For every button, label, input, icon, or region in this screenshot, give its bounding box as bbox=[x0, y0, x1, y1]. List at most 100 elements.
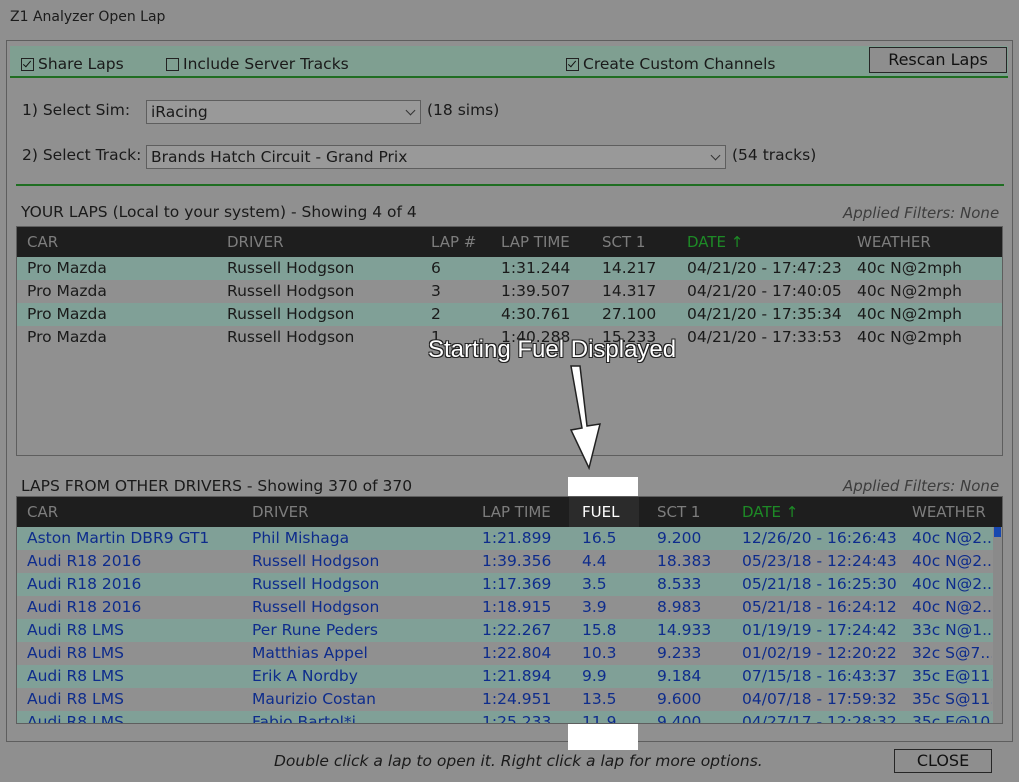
col-sct1[interactable]: SCT 1 bbox=[602, 233, 645, 251]
chevron-down-icon bbox=[405, 105, 416, 116]
table-cell: 04/21/20 - 17:40:05 bbox=[687, 282, 842, 300]
close-button[interactable]: CLOSE bbox=[894, 749, 992, 773]
sim-dropdown[interactable]: iRacing bbox=[146, 100, 421, 124]
table-cell: 14.317 bbox=[602, 282, 657, 300]
col-lap-time[interactable]: LAP TIME bbox=[482, 503, 551, 521]
table-cell: 1:39.507 bbox=[501, 282, 571, 300]
col-sct1[interactable]: SCT 1 bbox=[657, 503, 700, 521]
sort-ascending-icon: ↑ bbox=[726, 233, 744, 251]
checkbox-checked-icon bbox=[21, 57, 34, 71]
window-title: Z1 Analyzer Open Lap bbox=[10, 9, 166, 25]
table-cell: 14.217 bbox=[602, 259, 657, 277]
other-laps-filters[interactable]: Applied Filters: None bbox=[843, 477, 999, 495]
table-cell: 3 bbox=[431, 282, 441, 300]
table-cell: 33c N@1... bbox=[912, 621, 992, 639]
col-lap-number[interactable]: LAP # bbox=[431, 233, 476, 251]
table-cell: Audi R8 LMS bbox=[27, 690, 124, 708]
table-cell: 11.9 bbox=[582, 713, 617, 724]
col-driver[interactable]: DRIVER bbox=[227, 233, 284, 251]
table-cell: 8.533 bbox=[657, 575, 702, 593]
table-cell: Russell Hodgson bbox=[227, 259, 355, 277]
table-cell: Audi R8 LMS bbox=[27, 644, 124, 662]
col-date[interactable]: DATE ↑ bbox=[687, 233, 743, 251]
table-cell: Russell Hodgson bbox=[227, 305, 355, 323]
table-cell: 1:39.356 bbox=[482, 552, 552, 570]
track-dropdown-value: Brands Hatch Circuit - Grand Prix bbox=[151, 148, 408, 166]
table-cell: 1:17.369 bbox=[482, 575, 552, 593]
table-cell: Audi R18 2016 bbox=[27, 575, 142, 593]
table-cell: 27.100 bbox=[602, 305, 657, 323]
select-track-label: 2) Select Track: bbox=[22, 146, 142, 164]
table-row[interactable]: Audi R8 LMS Per Rune Peders 1:22.267 15.8 14… bbox=[17, 619, 1002, 642]
table-row[interactable]: Audi R8 LMS Erik A Nordby 1:21.894 9.9 9.184… bbox=[17, 665, 1002, 688]
track-dropdown[interactable]: Brands Hatch Circuit - Grand Prix bbox=[146, 145, 726, 169]
section-divider bbox=[16, 184, 1004, 186]
app-window: Z1 Analyzer Open Lap Share Laps Include … bbox=[0, 0, 1019, 782]
table-cell: 04/21/20 - 17:35:34 bbox=[687, 305, 842, 323]
your-laps-filters[interactable]: Applied Filters: None bbox=[843, 204, 999, 222]
other-laps-header: CAR DRIVER LAP TIME FUEL SCT 1 DATE ↑ WE… bbox=[17, 497, 1002, 527]
table-cell: Russell Hodgson bbox=[252, 575, 380, 593]
table-row[interactable]: Pro Mazda Russell Hodgson 2 4:30.761 27.100 0… bbox=[17, 303, 1002, 326]
table-cell: 10.3 bbox=[582, 644, 617, 662]
table-cell: Audi R8 LMS bbox=[27, 667, 124, 685]
table-cell: Pro Mazda bbox=[27, 282, 107, 300]
table-cell: 40c N@2mph bbox=[857, 282, 962, 300]
table-cell: 07/15/18 - 16:43:37 bbox=[742, 667, 897, 685]
col-weather[interactable]: WEATHER bbox=[912, 503, 986, 521]
table-row[interactable]: Audi R8 LMS Fabio Bartol*i 1:25.233 11.9 9.4… bbox=[17, 711, 1002, 724]
table-cell: 9.184 bbox=[657, 667, 702, 685]
vertical-scrollbar[interactable] bbox=[993, 527, 1002, 723]
table-cell: Erik A Nordby bbox=[252, 667, 358, 685]
table-cell: 4:30.761 bbox=[501, 305, 571, 323]
other-laps-title: LAPS FROM OTHER DRIVERS - Showing 370 of… bbox=[21, 477, 413, 495]
include-server-tracks-checkbox[interactable]: Include Server Tracks bbox=[166, 55, 349, 73]
col-fuel[interactable]: FUEL bbox=[582, 503, 619, 521]
table-cell: 4.4 bbox=[582, 552, 607, 570]
arrow-down-icon bbox=[569, 365, 602, 470]
table-row[interactable]: Audi R18 2016 Russell Hodgson 1:39.356 4.4 1… bbox=[17, 550, 1002, 573]
col-weather[interactable]: WEATHER bbox=[857, 233, 931, 251]
col-car[interactable]: CAR bbox=[27, 233, 58, 251]
col-date[interactable]: DATE ↑ bbox=[742, 503, 798, 521]
scrollbar-thumb[interactable] bbox=[994, 527, 1001, 537]
col-car[interactable]: CAR bbox=[27, 503, 58, 521]
table-row[interactable]: Audi R8 LMS Maurizio Costan 1:24.951 13.5 9.… bbox=[17, 688, 1002, 711]
col-lap-time[interactable]: LAP TIME bbox=[501, 233, 570, 251]
table-row[interactable]: Pro Mazda Russell Hodgson 3 1:39.507 14.317 0… bbox=[17, 280, 1002, 303]
table-cell: Russell Hodgson bbox=[227, 282, 355, 300]
options-bar bbox=[10, 46, 1008, 78]
table-cell: Audi R18 2016 bbox=[27, 552, 142, 570]
table-cell: 40c N@2... bbox=[912, 552, 992, 570]
rescan-laps-button[interactable]: Rescan Laps bbox=[869, 47, 1007, 73]
table-cell: 40c N@2... bbox=[912, 529, 992, 547]
table-cell: 12/26/20 - 16:26:43 bbox=[742, 529, 897, 547]
table-row[interactable]: Pro Mazda Russell Hodgson 6 1:31.244 14.217 0… bbox=[17, 257, 1002, 280]
table-row[interactable]: Audi R18 2016 Russell Hodgson 1:18.915 3.9 8… bbox=[17, 596, 1002, 619]
table-row[interactable]: Audi R18 2016 Russell Hodgson 1:17.369 3.5 8… bbox=[17, 573, 1002, 596]
footer-hint: Double click a lap to open it. Right cli… bbox=[274, 752, 763, 770]
share-laps-label: Share Laps bbox=[38, 55, 124, 73]
table-cell: Matthias Appel bbox=[252, 644, 368, 662]
table-cell: 04/07/18 - 17:59:32 bbox=[742, 690, 897, 708]
create-custom-channels-checkbox[interactable]: Create Custom Channels bbox=[566, 55, 775, 73]
table-cell: 1:21.894 bbox=[482, 667, 552, 685]
sim-dropdown-value: iRacing bbox=[151, 103, 208, 121]
table-cell: 3.5 bbox=[582, 575, 607, 593]
table-cell: 1:18.915 bbox=[482, 598, 552, 616]
table-cell: Maurizio Costan bbox=[252, 690, 377, 708]
share-laps-checkbox[interactable]: Share Laps bbox=[21, 55, 124, 73]
checkbox-unchecked-icon bbox=[166, 57, 179, 71]
table-cell: 3.9 bbox=[582, 598, 607, 616]
table-cell: 05/21/18 - 16:24:12 bbox=[742, 598, 897, 616]
table-cell: Audi R8 LMS bbox=[27, 621, 124, 639]
table-cell: 40c N@2mph bbox=[857, 259, 962, 277]
table-cell: 04/21/20 - 17:33:53 bbox=[687, 328, 842, 346]
table-row[interactable]: Audi R8 LMS Matthias Appel 1:22.804 10.3 9.2… bbox=[17, 642, 1002, 665]
col-driver[interactable]: DRIVER bbox=[252, 503, 309, 521]
sort-ascending-icon: ↑ bbox=[781, 503, 799, 521]
annotation-text: Starting Fuel Displayed bbox=[428, 336, 677, 363]
other-laps-table: CAR DRIVER LAP TIME FUEL SCT 1 DATE ↑ WE… bbox=[16, 496, 1003, 724]
table-row[interactable]: Aston Martin DBR9 GT1 Phil Mishaga 1:21.89… bbox=[17, 527, 1002, 550]
select-sim-label: 1) Select Sim: bbox=[22, 101, 131, 119]
